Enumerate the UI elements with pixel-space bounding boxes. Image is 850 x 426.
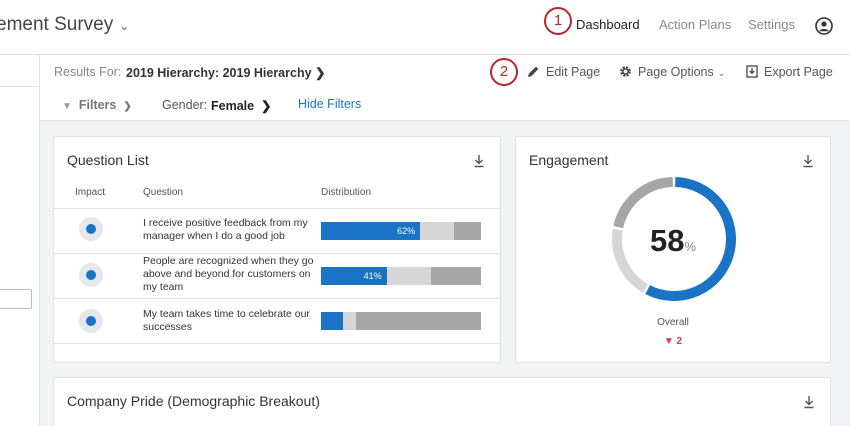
- unfavorable-segment: [356, 312, 481, 330]
- neutral-segment: [343, 312, 357, 330]
- unfavorable-segment: [431, 267, 481, 285]
- left-panel: [0, 55, 40, 426]
- chevron-down-icon: ⌄: [119, 19, 130, 33]
- engagement-score: 58%: [516, 223, 830, 259]
- favorable-segment: 62%: [321, 222, 421, 240]
- export-page-label: Export Page: [764, 65, 833, 79]
- nav-settings[interactable]: Settings: [748, 17, 795, 32]
- page-options-button[interactable]: Page Options ⌄: [619, 65, 726, 79]
- chevron-down-icon: ❯: [261, 99, 272, 113]
- impact-indicator: [79, 217, 103, 241]
- gender-value: Female: [211, 99, 255, 113]
- edit-page-label: Edit Page: [546, 65, 601, 79]
- unfavorable-segment: [453, 222, 481, 240]
- gender-filter-dropdown[interactable]: Female ❯: [211, 98, 272, 113]
- favorable-segment: 41%: [321, 267, 387, 285]
- divider: [54, 208, 500, 209]
- user-account-icon[interactable]: [815, 17, 833, 35]
- impact-indicator: [79, 309, 103, 333]
- column-header-question: Question: [143, 187, 184, 198]
- distribution-bar: 41%: [321, 267, 481, 285]
- gender-filter-label: Gender:: [162, 98, 208, 112]
- hierarchy-dropdown[interactable]: 2019 Hierarchy: 2019 Hierarchy ❯: [126, 65, 326, 80]
- column-header-impact: Impact: [75, 187, 106, 198]
- filters-label: Filters: [78, 98, 117, 112]
- page-options-label: Page Options: [638, 65, 714, 79]
- chevron-down-icon: ⌄: [717, 68, 726, 79]
- divider: [54, 253, 500, 254]
- question-text: People are recognized when they go above…: [143, 255, 314, 293]
- download-icon[interactable]: [473, 154, 485, 168]
- neutral-segment: [420, 222, 454, 240]
- results-for-label: Results For:: [54, 65, 122, 79]
- chevron-down-icon: ❯: [123, 101, 132, 112]
- nav-dashboard[interactable]: Dashboard: [576, 17, 640, 32]
- download-icon[interactable]: [803, 395, 815, 409]
- distribution-bar: [321, 312, 481, 330]
- company-pride-widget: Company Pride (Demographic Breakout): [53, 377, 831, 426]
- callout-badge-1: 1: [544, 7, 572, 35]
- pencil-icon: [528, 66, 539, 77]
- column-header-distribution: Distribution: [321, 187, 372, 198]
- export-page-button[interactable]: Export Page: [746, 65, 833, 79]
- question-text: I receive positive feedback from my mana…: [143, 217, 308, 242]
- impact-indicator: [79, 263, 103, 287]
- engagement-widget: Engagement 58% Overall ▼ 2: [515, 136, 831, 363]
- company-pride-title: Company Pride (Demographic Breakout): [67, 393, 320, 409]
- favorable-segment: [321, 312, 344, 330]
- engagement-delta: ▼ 2: [663, 336, 683, 347]
- engagement-score-value: 58: [649, 223, 685, 258]
- export-icon: [746, 65, 758, 78]
- divider: [54, 343, 500, 344]
- question-list-title: Question List: [67, 152, 149, 168]
- question-text: My team takes time to celebrate our succ…: [143, 308, 310, 333]
- distribution-bar: 62%: [321, 222, 481, 240]
- hide-filters-link[interactable]: Hide Filters: [298, 97, 361, 111]
- nav-action-plans[interactable]: Action Plans: [659, 17, 731, 32]
- divider: [54, 298, 500, 299]
- hierarchy-value: 2019 Hierarchy: 2019 Hierarchy: [126, 66, 312, 80]
- callout-badge-2: 2: [490, 58, 518, 86]
- survey-title[interactable]: ement Survey ⌄: [0, 14, 129, 36]
- donut-unfavorable-arc: [613, 177, 674, 229]
- neutral-segment: [386, 267, 432, 285]
- top-bar: ement Survey ⌄ 1 Dashboard Action Plans S…: [0, 0, 850, 55]
- filters-dropdown[interactable]: ▼ Filters ❯: [62, 98, 132, 112]
- survey-title-text: ement Survey: [0, 14, 114, 35]
- divider: [0, 86, 40, 87]
- filter-funnel-icon: ▼: [62, 101, 72, 112]
- edit-page-button[interactable]: Edit Page: [527, 65, 600, 79]
- question-list-widget: Question List Impact Question Distributi…: [53, 136, 501, 363]
- chevron-down-icon: ❯: [315, 66, 326, 80]
- gear-icon: [620, 66, 631, 77]
- engagement-score-unit: %: [684, 239, 697, 254]
- left-panel-input[interactable]: [0, 289, 32, 309]
- filter-toolbar: Results For: 2019 Hierarchy: 2019 Hierar…: [40, 55, 850, 121]
- overall-label: Overall: [657, 317, 689, 328]
